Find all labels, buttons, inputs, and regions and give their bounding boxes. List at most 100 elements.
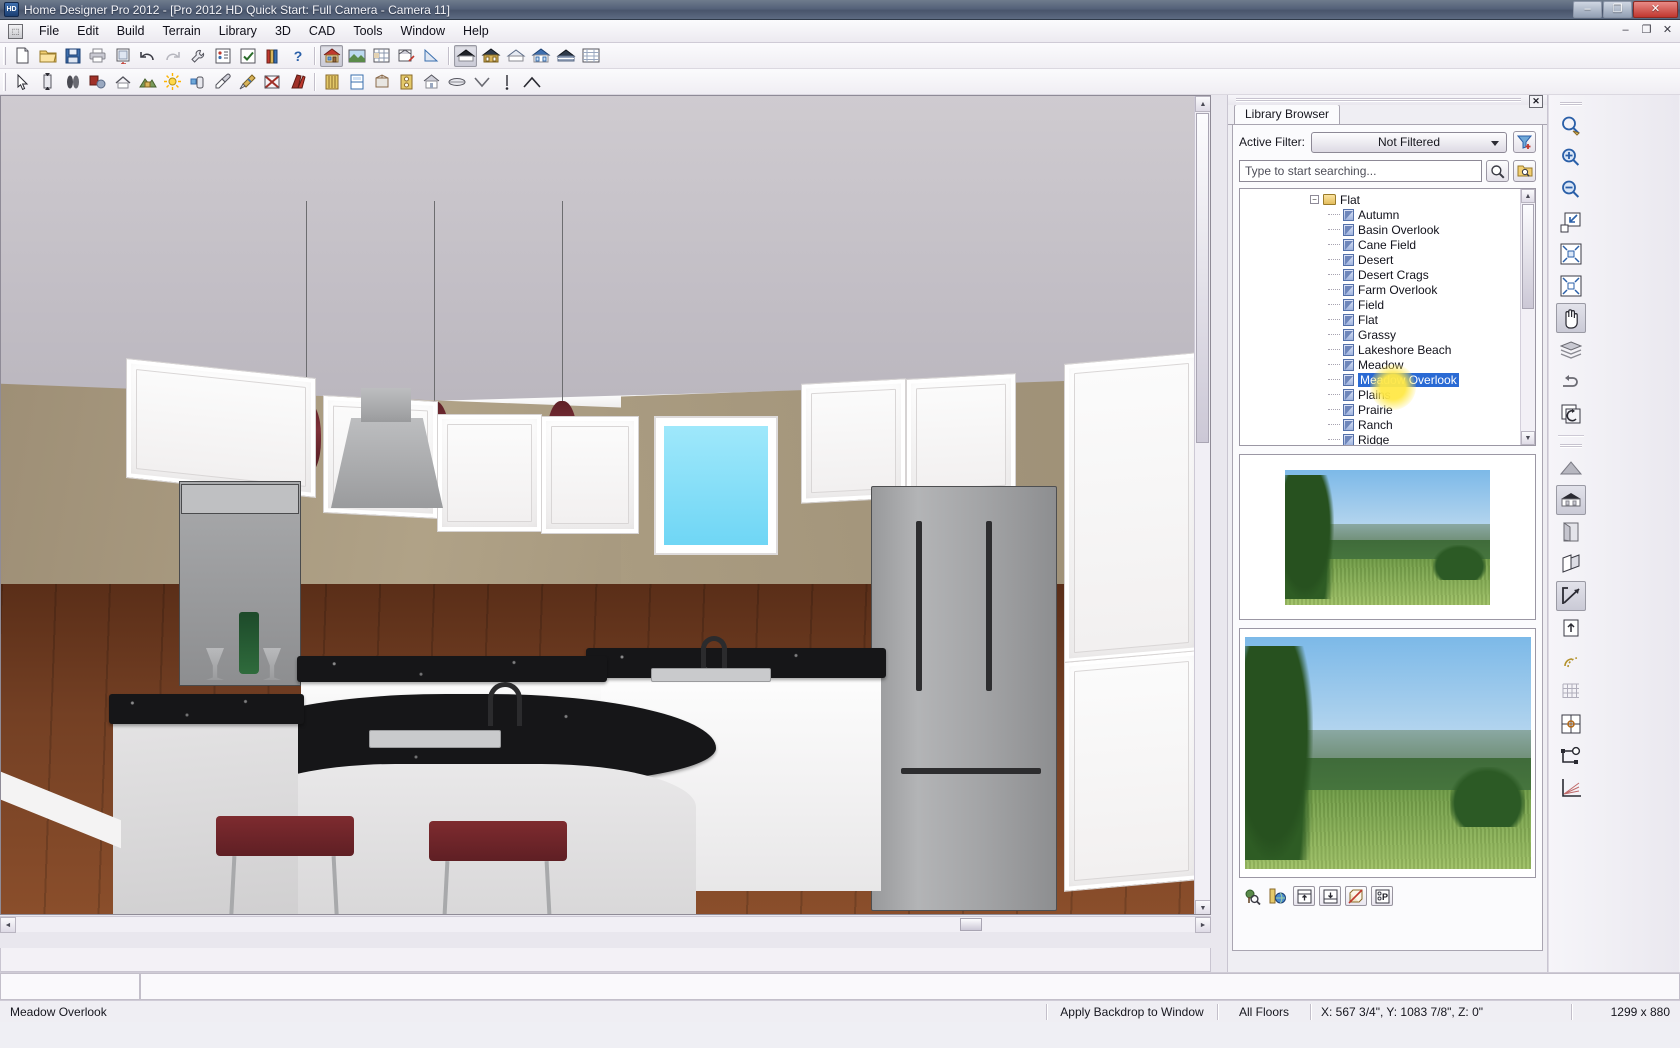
menu-item-window[interactable]: Window bbox=[392, 21, 454, 41]
check-icon[interactable] bbox=[236, 45, 259, 67]
tree-item-lakeshore-beach[interactable]: Lakeshore Beach bbox=[1240, 342, 1535, 357]
angle-snap-icon[interactable] bbox=[1556, 741, 1586, 771]
restore-button[interactable]: ❐ bbox=[1603, 1, 1632, 18]
sun-angle-icon[interactable] bbox=[1556, 645, 1586, 675]
upper-cabinet[interactable] bbox=[126, 358, 316, 498]
tree-scroll-up-arrow[interactable]: ▲ bbox=[1521, 189, 1535, 203]
floor-1-icon[interactable] bbox=[479, 45, 502, 67]
mdi-restore-button[interactable]: ❐ bbox=[1637, 22, 1656, 39]
tree-item-basin-overlook[interactable]: Basin Overlook bbox=[1240, 222, 1535, 237]
fireplace-icon[interactable] bbox=[395, 71, 418, 93]
preview-large[interactable] bbox=[1239, 628, 1536, 878]
upper-cabinet[interactable] bbox=[541, 416, 639, 534]
collapse-icon[interactable]: − bbox=[1310, 195, 1319, 204]
cad-detail-icon[interactable] bbox=[420, 45, 443, 67]
elevation-icon[interactable] bbox=[395, 45, 418, 67]
tall-pantry-cabinet[interactable] bbox=[1064, 352, 1199, 664]
refrigerator[interactable] bbox=[871, 486, 1057, 911]
tree-item-grassy[interactable]: Grassy bbox=[1240, 327, 1535, 342]
zoom-out-icon[interactable] bbox=[1556, 175, 1586, 205]
sink[interactable] bbox=[651, 668, 771, 682]
preview-thumbnail[interactable] bbox=[1239, 454, 1536, 620]
toolbar-grip[interactable] bbox=[1560, 444, 1582, 448]
final-view-icon[interactable] bbox=[1556, 581, 1586, 611]
menu-item-edit[interactable]: Edit bbox=[68, 21, 108, 41]
scroll-up-arrow[interactable]: ▲ bbox=[1195, 96, 1211, 112]
menu-item-tools[interactable]: Tools bbox=[344, 21, 391, 41]
tab-library-browser[interactable]: Library Browser bbox=[1234, 104, 1340, 124]
soffit-icon[interactable] bbox=[420, 71, 443, 93]
attic-floor-icon[interactable] bbox=[504, 45, 527, 67]
upper-cabinet[interactable] bbox=[801, 378, 906, 504]
menu-item-library[interactable]: Library bbox=[210, 21, 266, 41]
library-panel-close-button[interactable]: ✕ bbox=[1529, 95, 1543, 108]
library-browser-icon[interactable] bbox=[261, 45, 284, 67]
open-plan-icon[interactable] bbox=[36, 45, 59, 67]
minimize-button[interactable]: – bbox=[1573, 1, 1602, 18]
tree-vertical-scrollbar[interactable]: ▲ ▼ bbox=[1520, 189, 1535, 445]
tree-item-field[interactable]: Field bbox=[1240, 297, 1535, 312]
select-objects-icon[interactable] bbox=[11, 71, 34, 93]
tree-item-desert-crags[interactable]: Desert Crags bbox=[1240, 267, 1535, 282]
horizontal-scroll-thumb[interactable] bbox=[960, 918, 982, 931]
undo-icon[interactable] bbox=[136, 45, 159, 67]
dimension-icon[interactable] bbox=[495, 71, 518, 93]
mdi-close-button[interactable]: ✕ bbox=[1658, 22, 1677, 39]
faucet[interactable] bbox=[701, 636, 727, 668]
preferences-panel-icon[interactable]: P bbox=[1371, 886, 1393, 906]
bookcase-icon[interactable] bbox=[286, 71, 309, 93]
panel-bottom-icon[interactable] bbox=[1319, 886, 1341, 906]
island-faucet[interactable] bbox=[488, 682, 522, 726]
basement-floor-icon[interactable] bbox=[529, 45, 552, 67]
refresh-display-icon[interactable] bbox=[1556, 399, 1586, 429]
redo-icon[interactable] bbox=[161, 45, 184, 67]
hide-preview-icon[interactable] bbox=[1345, 886, 1367, 906]
chevron-down-icon[interactable] bbox=[470, 71, 493, 93]
cross-section-slider-icon[interactable] bbox=[1556, 549, 1586, 579]
scroll-left-arrow[interactable]: ◄ bbox=[0, 917, 16, 933]
pan-window-icon[interactable] bbox=[1556, 303, 1586, 333]
edit-toolbar-left-cell[interactable] bbox=[0, 973, 140, 1000]
plumbing-icon[interactable] bbox=[186, 71, 209, 93]
zoom-extents-icon[interactable] bbox=[1556, 271, 1586, 301]
new-plan-icon[interactable] bbox=[11, 45, 34, 67]
wall-elevation-icon[interactable] bbox=[1556, 517, 1586, 547]
stair-icon[interactable] bbox=[445, 71, 468, 93]
document-icon[interactable]: ⬚ bbox=[8, 24, 23, 39]
window-icon[interactable] bbox=[370, 71, 393, 93]
eyedropper-icon[interactable] bbox=[211, 71, 234, 93]
funnel-add-icon[interactable] bbox=[1513, 131, 1536, 153]
menu-item-build[interactable]: Build bbox=[108, 21, 154, 41]
magnifier-icon[interactable] bbox=[1486, 160, 1509, 182]
tree-item-desert[interactable]: Desert bbox=[1240, 252, 1535, 267]
tree-scroll-down-arrow[interactable]: ▼ bbox=[1521, 431, 1535, 445]
room-tools-icon[interactable] bbox=[61, 71, 84, 93]
kitchen-window[interactable] bbox=[656, 418, 776, 553]
floor-plan-view-icon[interactable] bbox=[320, 45, 343, 67]
toolbar-grip[interactable] bbox=[3, 73, 6, 91]
print-preview-icon[interactable] bbox=[111, 45, 134, 67]
tree-scroll-thumb[interactable] bbox=[1522, 204, 1534, 309]
panel-top-icon[interactable] bbox=[1293, 886, 1315, 906]
folder-search-icon[interactable] bbox=[1513, 160, 1536, 182]
upper-cabinet[interactable] bbox=[906, 373, 1016, 501]
scroll-down-arrow[interactable]: ▼ bbox=[1195, 900, 1211, 915]
tree-item-farm-overlook[interactable]: Farm Overlook bbox=[1240, 282, 1535, 297]
toolbar-grip[interactable] bbox=[1560, 102, 1582, 106]
library-globe-icon[interactable] bbox=[1267, 886, 1289, 906]
move-camera-up-icon[interactable] bbox=[1556, 613, 1586, 643]
tree-item-cane-field[interactable]: Cane Field bbox=[1240, 237, 1535, 252]
doll-house-view-icon[interactable] bbox=[1556, 485, 1586, 515]
close-button[interactable]: ✕ bbox=[1633, 1, 1678, 18]
tree-node-flat-folder[interactable]: − Flat bbox=[1240, 192, 1535, 207]
mdi-minimize-button[interactable]: – bbox=[1616, 22, 1635, 39]
save-plan-icon[interactable] bbox=[61, 45, 84, 67]
edit-toolbar-main-cell[interactable] bbox=[140, 973, 1680, 1000]
3d-kitchen-render[interactable]: ▲ ▼ bbox=[0, 95, 1211, 915]
tree-item-flat[interactable]: Flat bbox=[1240, 312, 1535, 327]
roof-plane-icon[interactable] bbox=[520, 71, 543, 93]
tree-item-ridge[interactable]: Ridge bbox=[1240, 432, 1535, 446]
framing-icon[interactable] bbox=[261, 71, 284, 93]
camera-view-icon[interactable] bbox=[345, 45, 368, 67]
terrain-tools-icon[interactable] bbox=[136, 71, 159, 93]
